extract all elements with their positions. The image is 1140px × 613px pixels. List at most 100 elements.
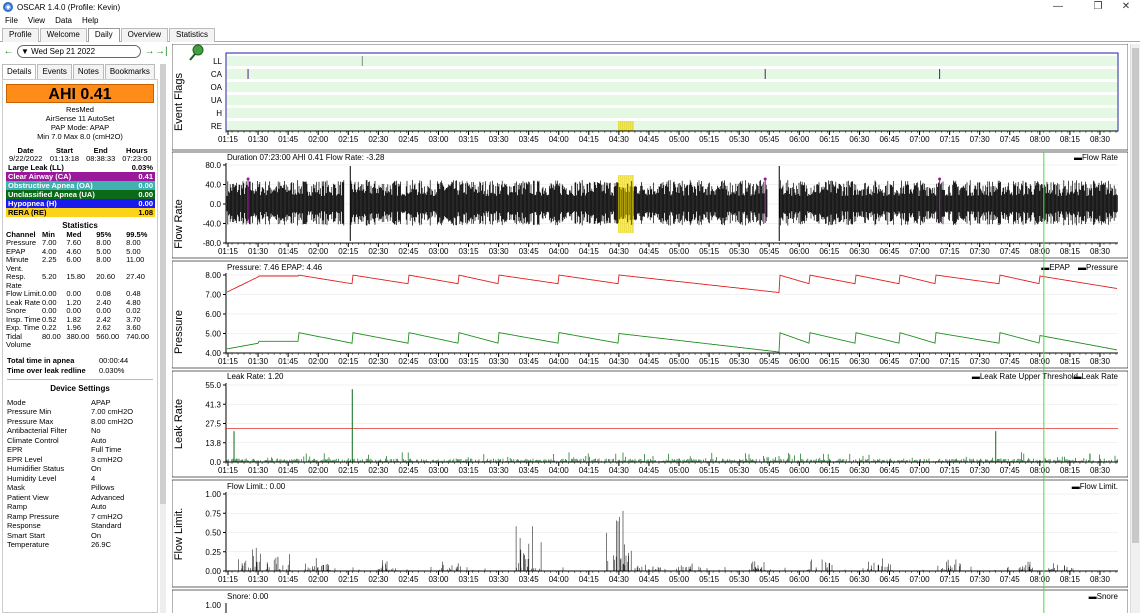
device-setting-row: Ramp Auto bbox=[7, 502, 155, 512]
x-tick-label: 04:15 bbox=[579, 135, 600, 144]
event-row[interactable]: Clear Airway (CA) 0.41 bbox=[6, 172, 155, 181]
y-tick-label: 0.25 bbox=[205, 548, 221, 557]
event-label: Hypopnea (H) bbox=[8, 199, 57, 208]
menu-bar: File View Data Help bbox=[0, 14, 1140, 27]
flow-limitation-chart[interactable]: Flow Limit.: 0.00 ▬Flow Limit. Flow Limit.… bbox=[172, 479, 1128, 588]
x-tick-label: 06:15 bbox=[819, 135, 840, 144]
y-tick-label: 7.00 bbox=[205, 291, 221, 300]
setting-label: EPR Level bbox=[7, 454, 43, 464]
stats-cell: 27.40 bbox=[126, 272, 145, 281]
x-tick-label: 04:45 bbox=[639, 466, 660, 475]
setting-value: Auto bbox=[91, 502, 107, 511]
graphs-scrollbar-thumb[interactable] bbox=[1132, 48, 1139, 543]
flow-rate-chart[interactable]: Duration 07:23:00 AHI 0.41 Flow Rate: -3… bbox=[172, 151, 1128, 259]
machine-model: AirSense 11 AutoSet bbox=[45, 114, 115, 123]
session-cell: 08:38:33 bbox=[86, 154, 116, 163]
x-tick-label: 04:00 bbox=[549, 466, 570, 475]
event-row[interactable]: Unclassified Apnea (UA) 0.00 bbox=[6, 190, 155, 199]
pressure-chart[interactable]: Pressure: 7.46 EPAP: 4.46 ▬EPAP ▬Pressure P… bbox=[172, 260, 1128, 369]
x-tick-label: 02:15 bbox=[338, 247, 359, 256]
x-tick-label: 02:45 bbox=[398, 135, 419, 144]
x-tick-label: 08:15 bbox=[1060, 466, 1081, 475]
close-button[interactable]: ✕ bbox=[1112, 0, 1140, 14]
x-tick-label: 04:00 bbox=[549, 357, 570, 366]
ahi-badge: AHI 0.41 bbox=[6, 84, 154, 103]
snore-chart[interactable]: Snore: 0.00 ▬Snore 1.00 bbox=[172, 589, 1128, 613]
stats-cell: Resp. Rate bbox=[6, 272, 26, 290]
event-flags-chart[interactable]: Event Flags LL CA OA UA H RE 01:15 01:30 01:45 02:… bbox=[172, 44, 1128, 151]
next-day-arrow-icon[interactable]: → bbox=[144, 46, 155, 57]
chart-header: Leak Rate: 1.20 bbox=[227, 372, 284, 381]
x-tick-label: 03:15 bbox=[459, 357, 480, 366]
tab-daily[interactable]: Daily bbox=[87, 28, 120, 42]
menu-file[interactable]: File bbox=[5, 16, 18, 25]
tab-bookmarks[interactable]: Bookmarks bbox=[104, 64, 155, 79]
tab-events[interactable]: Events bbox=[37, 64, 72, 79]
setting-label: Antibacterial Filter bbox=[7, 426, 68, 435]
last-day-arrow-icon[interactable]: →| bbox=[155, 46, 168, 57]
x-tick-label: 02:30 bbox=[368, 575, 389, 584]
event-row[interactable]: RERA (RE) 1.08 bbox=[6, 208, 155, 217]
date-picker[interactable]: ▼ Wed Sep 21 2022 bbox=[17, 44, 141, 58]
tab-statistics[interactable]: Statistics bbox=[169, 28, 216, 42]
x-tick-label: 03:45 bbox=[519, 466, 540, 475]
flag-row-label: H bbox=[216, 109, 222, 118]
detail-tabs: Details Events Notes Bookmarks bbox=[2, 64, 158, 79]
setting-label: Humidity Level bbox=[7, 473, 57, 483]
leak-rate-chart[interactable]: Leak Rate: 1.20 ▬Leak Rate Upper Threshol… bbox=[172, 370, 1128, 478]
x-tick-label: 04:45 bbox=[639, 357, 660, 366]
stats-cell: 6.00 bbox=[66, 255, 82, 264]
x-tick-label: 02:15 bbox=[338, 575, 359, 584]
x-tick-label: 08:30 bbox=[1090, 575, 1111, 584]
x-tick-label: 06:45 bbox=[879, 135, 900, 144]
x-tick-label: 06:15 bbox=[819, 247, 840, 256]
x-tick-label: 05:45 bbox=[759, 575, 780, 584]
x-tick-label: 02:30 bbox=[368, 466, 389, 475]
stats-cell: 20.60 bbox=[96, 272, 116, 281]
details-scrollbar-thumb[interactable] bbox=[160, 64, 166, 504]
maximize-button[interactable]: ❐ bbox=[1084, 0, 1112, 14]
tab-notes[interactable]: Notes bbox=[72, 64, 104, 79]
pressure-range: Min 7.0 Max 8.0 (cmH2O) bbox=[37, 132, 123, 141]
menu-view[interactable]: View bbox=[28, 16, 45, 25]
menu-help[interactable]: Help bbox=[82, 16, 98, 25]
graphs-canvas[interactable]: Event Flags LL CA OA UA H RE 01:15 01:30 01:45 02:… bbox=[172, 44, 1128, 613]
event-row[interactable]: Large Leak (LL) 0.03% bbox=[6, 163, 155, 172]
legend-flow-rate: ▬Flow Rate bbox=[1074, 153, 1119, 162]
x-tick-label: 04:15 bbox=[579, 247, 600, 256]
tab-details[interactable]: Details bbox=[2, 64, 37, 79]
x-tick-label: 06:15 bbox=[819, 357, 840, 366]
event-row[interactable]: Obstructive Apnea (OA) 0.00 bbox=[6, 181, 155, 190]
x-tick-label: 02:15 bbox=[338, 357, 359, 366]
tab-profile[interactable]: Profile bbox=[2, 28, 39, 42]
x-tick-label: 03:00 bbox=[428, 575, 449, 584]
chart-header: Duration 07:23:00 AHI 0.41 Flow Rate: -3… bbox=[227, 153, 385, 162]
x-tick-label: 05:00 bbox=[669, 247, 690, 256]
minimize-button[interactable]: — bbox=[1044, 0, 1072, 14]
x-tick-label: 08:00 bbox=[1030, 135, 1051, 144]
device-setting-row: EPR Level 3 cmH2O bbox=[7, 455, 155, 465]
x-tick-label: 07:30 bbox=[970, 575, 991, 584]
x-tick-label: 03:30 bbox=[489, 247, 510, 256]
flag-row-ca bbox=[227, 69, 1117, 79]
menu-data[interactable]: Data bbox=[55, 16, 72, 25]
prev-day-arrow-icon[interactable]: ← bbox=[3, 46, 14, 57]
setting-label: Pressure Max bbox=[7, 416, 54, 426]
event-value: 0.00 bbox=[138, 190, 153, 199]
x-tick-label: 06:30 bbox=[849, 466, 870, 475]
x-tick-label: 05:15 bbox=[699, 575, 720, 584]
session-table: Date Start End Hours 9/22/2022 01:13:18 08:38… bbox=[5, 146, 155, 163]
tab-welcome[interactable]: Welcome bbox=[39, 28, 87, 42]
flag-row-ua bbox=[227, 95, 1117, 105]
event-row[interactable]: Hypopnea (H) 0.00 bbox=[6, 199, 155, 208]
y-tick-label: 1.00 bbox=[205, 490, 221, 499]
graphs-scrollbar[interactable] bbox=[1130, 44, 1140, 613]
x-tick-label: 04:00 bbox=[549, 135, 570, 144]
panel-frame bbox=[172, 260, 1128, 369]
setting-value: APAP bbox=[91, 397, 111, 407]
x-tick-label: 04:45 bbox=[639, 135, 660, 144]
x-tick-label: 03:15 bbox=[459, 135, 480, 144]
tab-overview[interactable]: Overview bbox=[120, 28, 169, 42]
x-tick-label: 06:30 bbox=[849, 575, 870, 584]
details-scrollbar[interactable] bbox=[160, 64, 166, 613]
